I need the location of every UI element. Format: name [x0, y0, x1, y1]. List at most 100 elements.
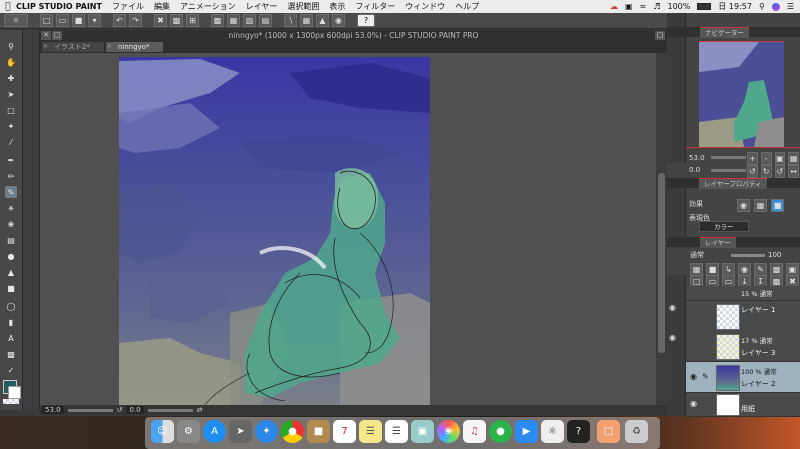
select-all-icon[interactable]: ▦	[227, 14, 240, 27]
wifi-icon[interactable]: ≈	[640, 2, 647, 11]
zoom-tool-icon[interactable]: ⚲	[5, 40, 17, 52]
clear-layer-icon[interactable]: ✖	[154, 14, 167, 27]
photos-icon[interactable]: ❀	[437, 420, 460, 443]
fit-icon[interactable]: ▣	[774, 152, 786, 165]
battery-label[interactable]: 100%	[667, 2, 690, 11]
text-tool-icon[interactable]: A	[5, 332, 17, 344]
clip-studio-app-icon[interactable]: ☼	[541, 420, 564, 443]
app-store-icon[interactable]: A	[203, 420, 226, 443]
clip-studio-paint-icon[interactable]: ?	[567, 420, 590, 443]
notification-center-icon[interactable]: ☰	[787, 2, 794, 11]
move-tool-icon[interactable]: ✚	[5, 72, 17, 84]
vertical-scrollbar[interactable]	[656, 53, 667, 405]
apple-menu-icon[interactable]: 	[0, 2, 16, 12]
close-tab-icon[interactable]: ✕	[107, 42, 112, 52]
magic-wand-icon[interactable]: ✦	[5, 120, 17, 132]
contacts-icon[interactable]: ■	[307, 420, 330, 443]
deselect-icon[interactable]: ▩	[211, 14, 224, 27]
chevron-down-icon[interactable]: ▾	[88, 14, 101, 27]
menu-edit[interactable]: 編集	[154, 1, 170, 12]
canvas-workspace[interactable]	[40, 53, 660, 405]
border-effect-icon[interactable]: ◉	[737, 199, 750, 212]
flip-icon[interactable]: ⇄	[197, 406, 203, 414]
clip-studio-icon[interactable]: ☼	[4, 14, 28, 27]
calendar-icon[interactable]: 7	[333, 420, 356, 443]
navigator-angle-slider[interactable]	[711, 169, 746, 172]
menu-clock[interactable]: 日 19:57	[718, 1, 752, 12]
flip-horizontal-icon[interactable]: ↔	[788, 165, 799, 178]
invert-selection-icon[interactable]: ▧	[243, 14, 256, 27]
minimize-window-icon[interactable]: □	[52, 31, 62, 40]
trash-icon[interactable]: ♻	[625, 420, 648, 443]
layer-color-icon[interactable]: ■	[771, 199, 784, 212]
hand-tool-icon[interactable]: ✋	[5, 56, 17, 68]
zoom-field[interactable]: 53.0	[42, 406, 64, 414]
tab-navigator[interactable]: ナビゲーター	[700, 27, 749, 38]
eye-icon[interactable]: ◉	[669, 333, 676, 342]
angle-field[interactable]: 0.0	[126, 406, 144, 414]
launchpad-icon[interactable]: ➤	[229, 420, 252, 443]
pencil-tool-icon[interactable]: ✏	[5, 170, 17, 182]
layer-row-folder[interactable]: 15 % 通常	[686, 286, 800, 301]
show-selection-icon[interactable]: ▤	[259, 14, 272, 27]
snap-grid-icon[interactable]: ▦	[300, 14, 313, 27]
snap-ruler-icon[interactable]: ∖	[284, 14, 297, 27]
brush-tool-icon[interactable]: ✎	[5, 186, 17, 198]
menu-animation[interactable]: アニメーション	[180, 1, 236, 12]
layer-row-paper[interactable]: ◉ 用紙	[686, 393, 800, 417]
navigator-zoom[interactable]: 53.0	[689, 154, 705, 162]
angle-slider[interactable]	[147, 408, 193, 412]
operation-tool-icon[interactable]: ➤	[5, 88, 17, 100]
layer-row-selected[interactable]: ◉ ✎ 100 % 通常 レイヤー 2	[686, 362, 800, 393]
balloon-tool-icon[interactable]: ▩	[5, 348, 17, 360]
zoom-in-icon[interactable]: +	[747, 152, 758, 165]
fill-tool-icon[interactable]: ▲	[5, 266, 17, 278]
eye-icon[interactable]: ◉	[690, 399, 697, 408]
notes-icon[interactable]: ☰	[359, 420, 382, 443]
airbrush-icon[interactable]: ☀	[5, 202, 17, 214]
eraser-icon[interactable]: ▤	[5, 234, 17, 246]
blend-tool-icon[interactable]: ●	[5, 250, 17, 262]
gradient-tool-icon[interactable]: ■	[5, 282, 17, 294]
navigator-angle[interactable]: 0.0	[689, 166, 700, 174]
menu-file[interactable]: ファイル	[112, 1, 144, 12]
new-file-icon[interactable]: □	[40, 14, 53, 27]
menu-window[interactable]: ウィンドウ	[405, 1, 445, 12]
zoom-app-icon[interactable]: ▶	[515, 420, 538, 443]
decoration-tool-icon[interactable]: ❀	[5, 218, 17, 230]
close-tab-icon[interactable]: ✕	[43, 42, 48, 52]
reminders-icon[interactable]: ☰	[385, 420, 408, 443]
navigator-preview[interactable]	[699, 41, 784, 147]
siri-icon[interactable]	[771, 2, 780, 11]
safari-icon[interactable]: ✦	[255, 420, 278, 443]
eyedropper-icon[interactable]: ⁄	[5, 136, 17, 148]
rotate-right-icon[interactable]: ↻	[760, 165, 772, 178]
fill-icon[interactable]: ▩	[170, 14, 183, 27]
layer-row[interactable]: 17 % 通常 レイヤー 3	[686, 331, 800, 362]
cloud-icon[interactable]: ☁	[610, 2, 618, 11]
tab-illust2[interactable]: ✕ イラスト2*	[42, 42, 104, 52]
transparent-color-swatch[interactable]	[3, 399, 19, 404]
menu-selection[interactable]: 選択範囲	[287, 1, 319, 12]
save-icon[interactable]: ■	[72, 14, 85, 27]
rotate-left-icon[interactable]: ↺	[747, 165, 758, 178]
frame-tool-icon[interactable]: ▮	[5, 316, 17, 328]
monitor-icon[interactable]: ▣	[625, 2, 633, 11]
tab-ninngyo[interactable]: ✕ ninngyo*	[105, 42, 164, 52]
navigator-zoom-slider[interactable]	[711, 156, 746, 159]
menu-layer[interactable]: レイヤー	[246, 1, 278, 12]
line-icon[interactable]: ●	[489, 420, 512, 443]
artwork-canvas[interactable]	[40, 53, 660, 405]
sub-color-swatch[interactable]	[8, 386, 21, 399]
opacity-slider[interactable]	[731, 253, 765, 257]
transform-icon[interactable]: ⊞	[186, 14, 199, 27]
tab-layer[interactable]: レイヤー	[700, 237, 736, 248]
undo-icon[interactable]: ↶	[113, 14, 126, 27]
snap-perspective-icon[interactable]: ▲	[316, 14, 329, 27]
menu-view[interactable]: 表示	[329, 1, 345, 12]
zoom-slider[interactable]	[67, 408, 113, 412]
app-menu[interactable]: CLIP STUDIO PAINT	[16, 2, 102, 11]
eye-icon[interactable]: ◉	[669, 303, 676, 312]
help-icon[interactable]: ?	[357, 14, 375, 27]
reset-rotate-icon[interactable]: ↺	[774, 165, 786, 178]
